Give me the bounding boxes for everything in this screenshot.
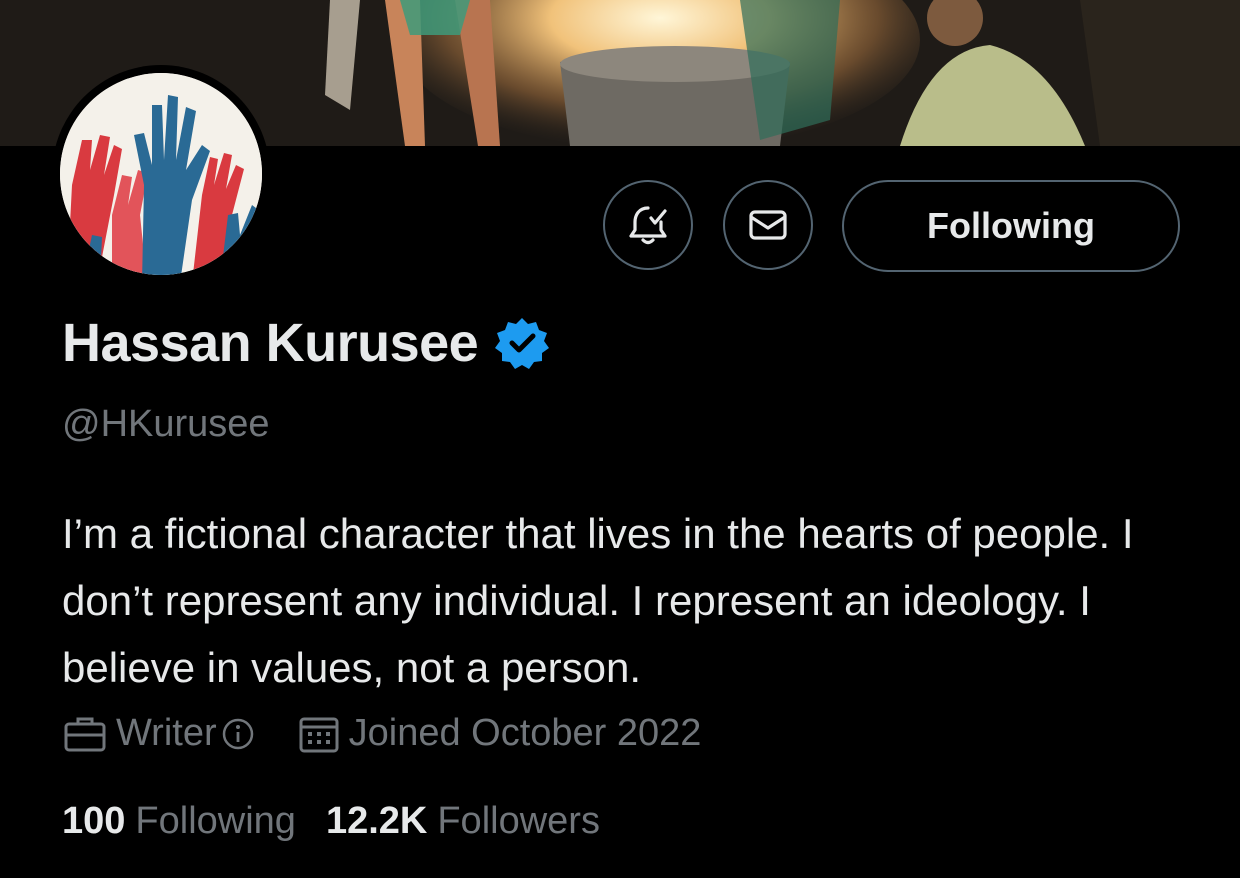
- calendar-icon: [299, 717, 339, 752]
- display-name: Hassan Kurusee: [62, 313, 479, 373]
- joined-item: Joined October 2022: [297, 712, 702, 755]
- followers-label: Followers: [437, 800, 600, 842]
- briefcase-icon: [64, 717, 106, 751]
- profile-stats: 100 Following 12.2K Followers: [62, 800, 600, 843]
- following-stat[interactable]: 100 Following: [62, 800, 296, 843]
- profile-meta: Writer Joined October 2022: [62, 712, 701, 755]
- following-label: Following: [135, 800, 296, 842]
- profession-label: Writer: [116, 712, 217, 754]
- envelope-icon: [749, 210, 787, 240]
- notifications-button[interactable]: [603, 180, 693, 270]
- profile-handle: @HKurusee: [62, 403, 270, 445]
- profession-item: Writer: [62, 712, 255, 755]
- bell-check-icon: [629, 206, 667, 245]
- followers-count: 12.2K: [325, 800, 428, 842]
- following-count: 100: [62, 800, 126, 842]
- following-button[interactable]: Following: [842, 180, 1180, 272]
- message-button[interactable]: [723, 180, 813, 270]
- name-row: Hassan Kurusee: [62, 312, 550, 374]
- profile-bio: I’m a fictional character that lives in …: [62, 510, 1134, 691]
- profile-avatar[interactable]: [52, 65, 270, 283]
- verified-badge-icon[interactable]: [494, 315, 550, 371]
- info-icon[interactable]: [221, 717, 255, 751]
- joined-date: Joined October 2022: [348, 712, 702, 754]
- followers-stat[interactable]: 12.2K Followers: [326, 800, 600, 843]
